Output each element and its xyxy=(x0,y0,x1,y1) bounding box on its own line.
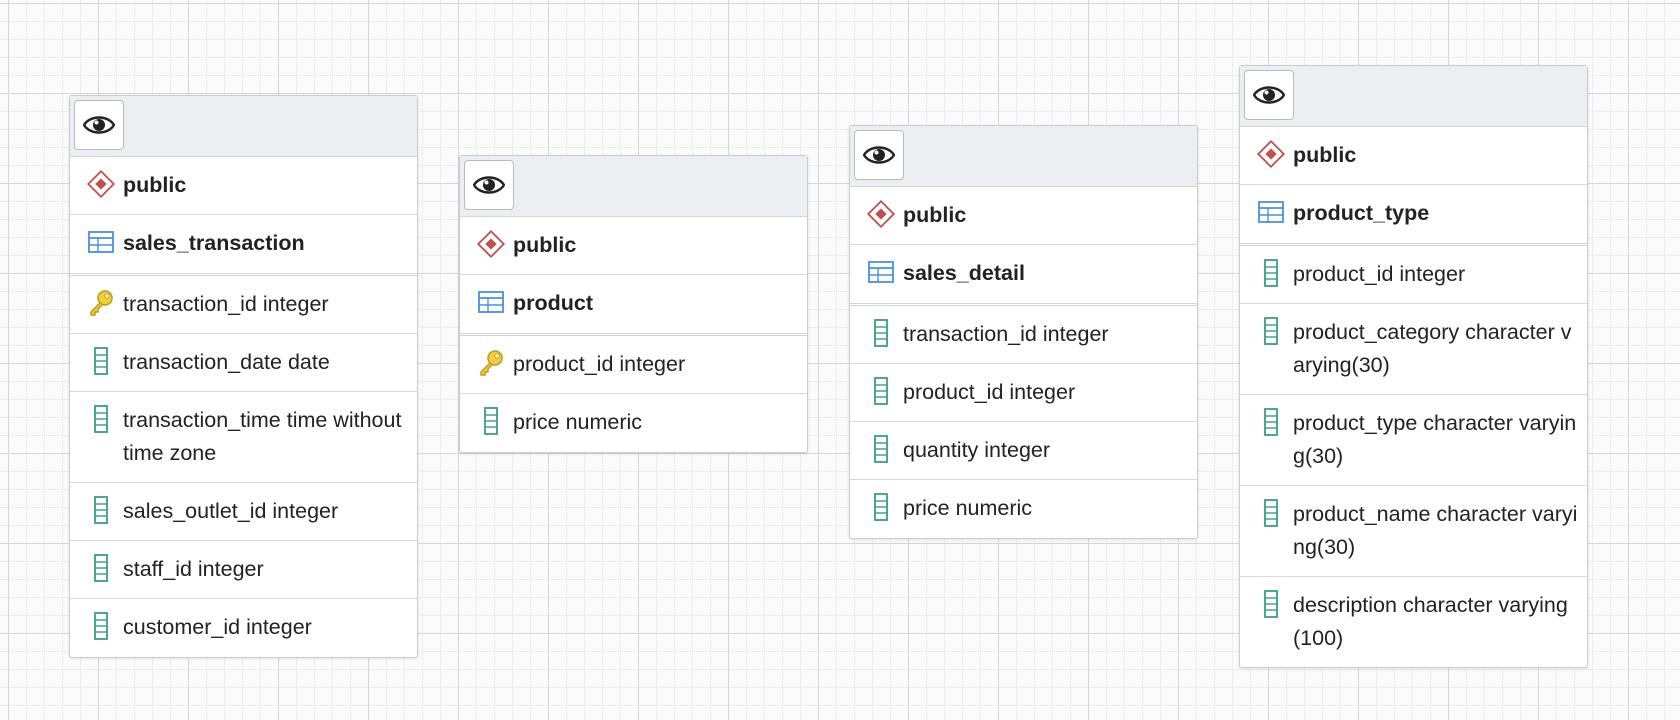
table-node-sales-detail[interactable]: public sales_detail transaction_id integ… xyxy=(849,125,1198,539)
column-row[interactable]: product_category character varying(30) xyxy=(1240,304,1587,395)
column-text: product_name character varying(30) xyxy=(1293,502,1578,559)
column-icon xyxy=(86,553,116,583)
schema-row: public xyxy=(850,187,1197,245)
column-text: transaction_time time without time zone xyxy=(123,408,402,465)
column-row[interactable]: transaction_time time without time zone xyxy=(70,392,417,483)
column-text: description character varying(100) xyxy=(1293,593,1568,650)
column-icon xyxy=(866,318,896,348)
schema-name: public xyxy=(903,203,967,227)
column-icon xyxy=(1256,316,1286,346)
table-name: product xyxy=(513,291,594,315)
column-text: price numeric xyxy=(513,410,643,434)
column-icon xyxy=(476,406,506,436)
table-icon xyxy=(1256,197,1286,227)
schema-icon xyxy=(476,229,506,259)
toggle-details-button[interactable] xyxy=(1244,70,1294,120)
column-row[interactable]: staff_id integer xyxy=(70,541,417,599)
schema-name: public xyxy=(513,233,577,257)
schema-row: public xyxy=(460,217,807,275)
schema-name: public xyxy=(1293,143,1357,167)
column-row[interactable]: price numeric xyxy=(460,394,807,452)
column-text: quantity integer xyxy=(903,438,1051,462)
column-text: product_type character varying(30) xyxy=(1293,411,1577,468)
primary-key-icon xyxy=(86,288,116,318)
column-icon xyxy=(86,495,116,525)
column-icon xyxy=(1256,407,1286,437)
column-row[interactable]: customer_id integer xyxy=(70,599,417,657)
column-text: staff_id integer xyxy=(123,557,264,581)
column-row[interactable]: transaction_date date xyxy=(70,334,417,392)
column-text: transaction_date date xyxy=(123,350,330,374)
toggle-details-button[interactable] xyxy=(74,100,124,150)
column-row[interactable]: sales_outlet_id integer xyxy=(70,483,417,541)
column-row[interactable]: product_id integer xyxy=(850,364,1197,422)
column-icon xyxy=(866,492,896,522)
column-text: sales_outlet_id integer xyxy=(123,499,339,523)
column-row[interactable]: transaction_id integer xyxy=(850,306,1197,364)
toggle-details-button[interactable] xyxy=(854,130,904,180)
table-name: sales_transaction xyxy=(123,231,305,255)
table-icon xyxy=(866,257,896,287)
eye-icon xyxy=(1253,86,1285,104)
table-name-row: product_type xyxy=(1240,185,1587,246)
column-icon xyxy=(866,434,896,464)
schema-row: public xyxy=(1240,127,1587,185)
table-name-row: product xyxy=(460,275,807,336)
node-header xyxy=(850,126,1197,187)
toggle-details-button[interactable] xyxy=(464,160,514,210)
table-node-product-type[interactable]: public product_type product_id integer p… xyxy=(1239,65,1588,668)
eye-icon xyxy=(473,176,505,194)
column-row[interactable]: product_id integer xyxy=(460,336,807,394)
column-text: customer_id integer xyxy=(123,615,312,639)
column-row[interactable]: price numeric xyxy=(850,480,1197,538)
column-text: product_id integer xyxy=(513,352,686,376)
schema-row: public xyxy=(70,157,417,215)
table-name-row: sales_transaction xyxy=(70,215,417,276)
table-node-sales-transaction[interactable]: public sales_transaction transaction_id … xyxy=(69,95,418,658)
column-row[interactable]: quantity integer xyxy=(850,422,1197,480)
table-icon xyxy=(86,227,116,257)
column-icon xyxy=(86,404,116,434)
column-text: product_category character varying(30) xyxy=(1293,320,1572,377)
table-icon xyxy=(476,287,506,317)
column-text: transaction_id integer xyxy=(123,292,329,316)
column-text: product_id integer xyxy=(903,380,1076,404)
schema-icon xyxy=(86,169,116,199)
column-icon xyxy=(86,346,116,376)
table-name-row: sales_detail xyxy=(850,245,1197,306)
schema-name: public xyxy=(123,173,187,197)
node-header xyxy=(1240,66,1587,127)
column-icon xyxy=(1256,589,1286,619)
table-name: sales_detail xyxy=(903,261,1025,285)
column-icon xyxy=(1256,258,1286,288)
node-header xyxy=(70,96,417,157)
column-icon xyxy=(866,376,896,406)
column-text: transaction_id integer xyxy=(903,322,1109,346)
column-row[interactable]: product_id integer xyxy=(1240,246,1587,304)
column-row[interactable]: product_type character varying(30) xyxy=(1240,395,1587,486)
table-node-product[interactable]: public product product_id integer price … xyxy=(459,155,808,453)
column-icon xyxy=(86,611,116,641)
eye-icon xyxy=(863,146,895,164)
column-icon xyxy=(1256,498,1286,528)
column-row[interactable]: product_name character varying(30) xyxy=(1240,486,1587,577)
node-header xyxy=(460,156,807,217)
column-text: product_id integer xyxy=(1293,262,1466,286)
eye-icon xyxy=(83,116,115,134)
column-text: price numeric xyxy=(903,496,1033,520)
column-row[interactable]: description character varying(100) xyxy=(1240,577,1587,667)
schema-icon xyxy=(866,199,896,229)
schema-icon xyxy=(1256,139,1286,169)
column-row[interactable]: transaction_id integer xyxy=(70,276,417,334)
primary-key-icon xyxy=(476,348,506,378)
table-name: product_type xyxy=(1293,201,1430,225)
